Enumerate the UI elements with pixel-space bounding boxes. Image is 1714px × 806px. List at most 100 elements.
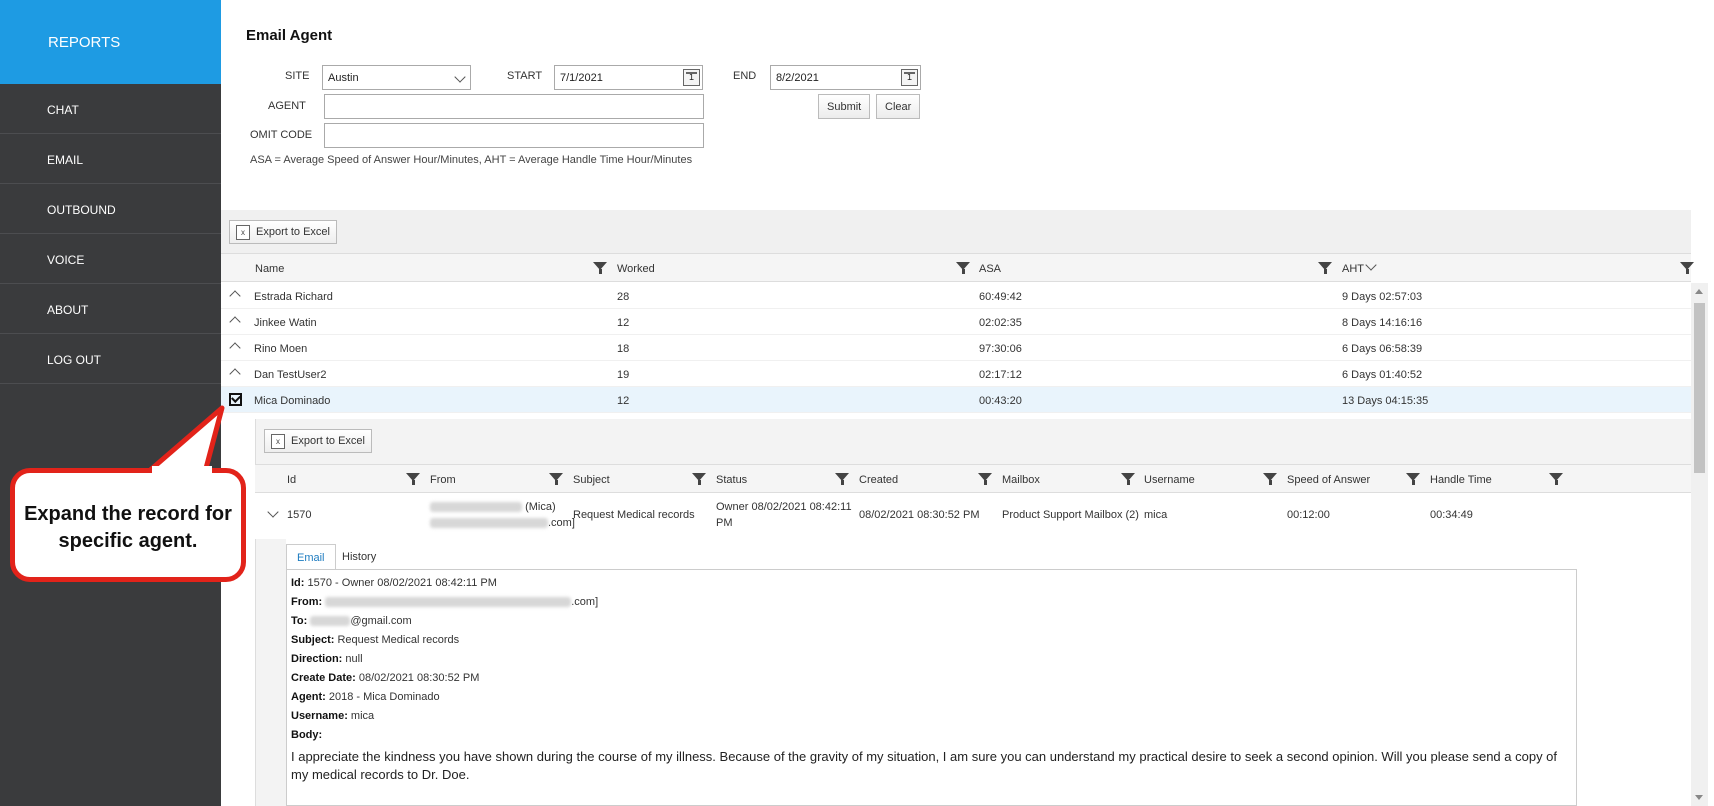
col-header-handle[interactable]: Handle Time (1430, 474, 1492, 486)
filter-icon[interactable] (1263, 473, 1277, 485)
table-row[interactable]: Jinkee Watin 12 02:02:35 8 Days 14:16:16 (221, 309, 1691, 335)
filter-icon[interactable] (1318, 262, 1332, 274)
chevron-up-icon[interactable] (229, 290, 241, 302)
scroll-up-icon[interactable] (1695, 289, 1703, 294)
table-row[interactable]: Rino Moen 18 97:30:06 6 Days 06:58:39 (221, 335, 1691, 361)
sidebar-brand[interactable]: REPORTS (0, 0, 221, 84)
chevron-up-icon[interactable] (229, 368, 241, 380)
filter-icon[interactable] (692, 473, 706, 485)
filter-icon[interactable] (593, 262, 607, 274)
site-select[interactable]: Austin (322, 65, 471, 90)
chevron-up-icon[interactable] (229, 342, 241, 354)
clear-button[interactable]: Clear (876, 94, 921, 119)
legend-text: ASA = Average Speed of Answer Hour/Minut… (250, 154, 693, 166)
agent-input[interactable] (324, 94, 704, 119)
sidebar-item-logout[interactable]: LOG OUT (0, 334, 221, 384)
start-date-field[interactable]: 7/1/2021 1 (554, 65, 703, 90)
filter-icon[interactable] (549, 473, 563, 485)
cell-username: mica (1144, 509, 1168, 521)
sidebar-item-email[interactable]: EMAIL (0, 134, 221, 184)
filter-icon[interactable] (1680, 262, 1694, 274)
cell-worked: 18 (617, 343, 630, 355)
email-direction: Direction: null (291, 653, 363, 665)
omit-code-input[interactable] (324, 123, 704, 148)
detail-export-excel-button[interactable]: x Export to Excel (264, 429, 372, 453)
col-header-id[interactable]: Id (287, 474, 296, 486)
col-header-mailbox[interactable]: Mailbox (1002, 474, 1040, 486)
cell-asa: 02:02:35 (979, 317, 1022, 329)
callout-box: Expand the record for specific agent. (10, 468, 246, 582)
from-name-suffix: (Mica) (525, 501, 556, 513)
col-header-subject[interactable]: Subject (573, 474, 610, 486)
table-row[interactable]: Estrada Richard 28 60:49:42 9 Days 02:57… (221, 283, 1691, 309)
table-row[interactable]: Dan TestUser2 19 02:17:12 6 Days 01:40:5… (221, 361, 1691, 387)
email-body-label: Body: (291, 729, 323, 741)
vertical-scrollbar[interactable] (1691, 283, 1708, 806)
cell-name: Rino Moen (254, 343, 308, 355)
email-view: Email History Id: 1570 - Owner 08/02/202… (286, 539, 1691, 806)
from-email-suffix: .com] (548, 517, 575, 529)
filter-icon[interactable] (956, 262, 970, 274)
cell-name: Jinkee Watin (254, 317, 317, 329)
col-header-from[interactable]: From (430, 474, 456, 486)
tab-history[interactable]: History (332, 544, 386, 570)
status-line: Owner 08/02/2021 08:42:11 (716, 501, 852, 513)
submit-button[interactable]: Submit (818, 94, 871, 119)
filter-icon[interactable] (978, 473, 992, 485)
cell-subject: Request Medical records (573, 509, 695, 521)
col-header-speed[interactable]: Speed of Answer (1287, 474, 1370, 486)
redacted-text (325, 597, 572, 608)
site-select-value: Austin (328, 72, 359, 84)
calendar-icon[interactable]: 1 (683, 69, 700, 86)
email-agent: Agent: 2018 - Mica Dominado (291, 691, 440, 703)
filter-icon[interactable] (1121, 473, 1135, 485)
redacted-text (310, 616, 351, 627)
col-header-worked[interactable]: Worked (617, 263, 655, 275)
tab-email[interactable]: Email (286, 544, 336, 570)
export-excel-button[interactable]: x Export to Excel (229, 220, 337, 244)
scroll-down-icon[interactable] (1695, 795, 1703, 800)
expand-checkbox-icon[interactable] (229, 393, 242, 406)
end-date-value: 8/2/2021 (776, 72, 819, 84)
cell-asa: 97:30:06 (979, 343, 1022, 355)
cell-aht: 6 Days 06:58:39 (1342, 343, 1423, 355)
col-header-status[interactable]: Status (716, 474, 747, 486)
end-date-field[interactable]: 8/2/2021 1 (770, 65, 921, 90)
filter-icon[interactable] (406, 473, 420, 485)
cell-mailbox: Product Support Mailbox (2) (1002, 509, 1139, 521)
agent-label: AGENT (268, 100, 306, 112)
sidebar-item-about[interactable]: ABOUT (0, 284, 221, 334)
cell-name: Dan TestUser2 (254, 369, 327, 381)
callout-text: Expand the record for specific agent. (24, 503, 232, 552)
sidebar-item-outbound[interactable]: OUTBOUND (0, 184, 221, 234)
calendar-icon[interactable]: 1 (901, 69, 918, 86)
sidebar-item-voice[interactable]: VOICE (0, 234, 221, 284)
col-header-asa[interactable]: ASA (979, 263, 1001, 275)
sidebar-item-chat[interactable]: CHAT (0, 84, 221, 134)
cell-created: 08/02/2021 08:30:52 PM (859, 509, 980, 521)
scroll-thumb[interactable] (1694, 303, 1705, 473)
email-from: From: .com] (291, 596, 599, 608)
email-subject: Subject: Request Medical records (291, 634, 460, 646)
main-content: Email Agent SITE Austin START 7/1/2021 1… (221, 0, 1714, 806)
cell-aht: 8 Days 14:16:16 (1342, 317, 1423, 329)
cell-handle: 00:34:49 (1430, 509, 1473, 521)
end-label: END (733, 70, 757, 82)
table-row-selected[interactable]: Mica Dominado 12 00:43:20 13 Days 04:15:… (221, 387, 1691, 413)
cell-worked: 19 (617, 369, 630, 381)
detail-grid-header: Id From Subject Status Created Mailbox U… (255, 464, 1691, 493)
email-username: Username: mica (291, 710, 375, 722)
chevron-down-icon[interactable] (267, 506, 279, 518)
col-header-aht[interactable]: AHT (1342, 263, 1364, 275)
detail-table-row[interactable]: 1570 (Mica) .com] Request Medical record… (255, 493, 1691, 539)
col-header-name[interactable]: Name (255, 263, 284, 275)
filter-icon[interactable] (1406, 473, 1420, 485)
email-id: Id: 1570 - Owner 08/02/2021 08:42:11 PM (291, 577, 497, 589)
col-header-username[interactable]: Username (1144, 474, 1195, 486)
sort-descending-icon[interactable] (1365, 259, 1377, 271)
chevron-up-icon[interactable] (229, 316, 241, 328)
col-header-created[interactable]: Created (859, 474, 898, 486)
export-excel-label: Export to Excel (291, 435, 365, 447)
filter-icon[interactable] (835, 473, 849, 485)
filter-icon[interactable] (1549, 473, 1563, 485)
